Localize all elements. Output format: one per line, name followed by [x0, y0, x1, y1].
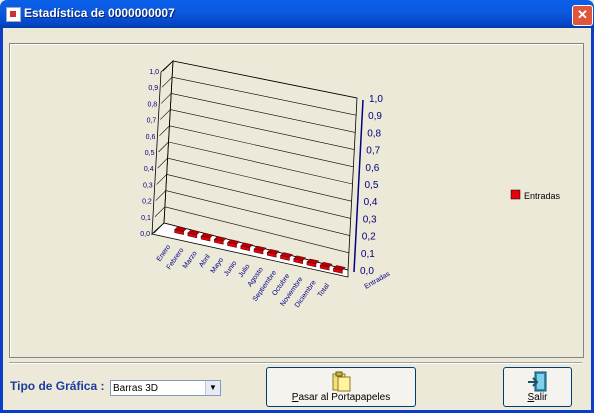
y-tick-label-left: 0,9 [148, 85, 158, 92]
y-tick-label-left: 0,2 [142, 199, 152, 206]
gridline [165, 190, 350, 236]
legend-swatch [510, 189, 521, 200]
exit-door-icon [527, 371, 546, 392]
app-icon [6, 7, 21, 22]
gridline [172, 76, 357, 116]
y-tick-label: 0,3 [363, 214, 377, 225]
close-button[interactable]: ✕ [572, 5, 593, 26]
gridline-side [160, 93, 172, 104]
y-tick-label: 1,0 [369, 94, 383, 105]
title-bar: Estadística de 0000000007 ✕ [0, 0, 594, 28]
copy-button-label: Pasar al Portapapeles [291, 392, 391, 403]
gridline [167, 157, 352, 202]
gridline [169, 125, 354, 168]
gridline [171, 93, 356, 133]
y-tick-label: 0,7 [366, 146, 380, 157]
gridline-side [158, 141, 169, 153]
y-tick-label: 0,1 [361, 249, 375, 260]
clipboard-icon [332, 371, 351, 392]
y-tick-label: 0,0 [360, 266, 374, 277]
y-tick-label-left: 0,0 [140, 231, 150, 238]
x-tick-label: Mayo [210, 257, 226, 275]
gridline-side [161, 76, 173, 88]
legend-label: Entradas [524, 191, 561, 201]
gridline-side [157, 157, 168, 169]
gridline-side [154, 206, 166, 218]
chart-type-value: Barras 3D [113, 383, 159, 394]
chart-type-select[interactable]: Barras 3D ▼ [110, 380, 221, 396]
gridline-side [155, 190, 167, 201]
bar-chart-3d: 0,0 0,0 0,1 0,1 0,2 0,2 0,3 0,3 0,4 0,4 0,5 0,5 0,6 0… [140, 60, 561, 309]
y-tick-label-left: 1,0 [149, 69, 159, 76]
gridline [168, 141, 353, 185]
x-tick-label: Marzo [182, 250, 199, 270]
y-tick-label: 0,5 [365, 180, 379, 191]
y-tick-label-left: 0,3 [143, 182, 153, 189]
y-tick-label-left: 0,6 [146, 134, 156, 141]
gridline [170, 109, 355, 150]
y-tick-label-left: 0,4 [144, 166, 154, 173]
y-tick-label: 0,9 [368, 111, 382, 122]
y-tick-label: 0,2 [362, 232, 376, 243]
gridline-side [159, 125, 170, 137]
chart-type-label: Tipo de Gráfica : [10, 379, 105, 393]
chevron-down-icon[interactable]: ▼ [205, 381, 220, 395]
y-tick-label-left: 0,5 [145, 150, 155, 157]
exit-button-label: Salir [527, 392, 548, 403]
x-tick-label: Julio [238, 263, 252, 279]
y-tick-label: 0,8 [367, 128, 381, 139]
y-tick-label: 0,6 [365, 163, 379, 174]
x-tick-label: Total [317, 282, 331, 298]
gridline-side [156, 174, 167, 185]
gridline-side [160, 109, 171, 120]
separator [9, 362, 582, 364]
x-tick-label: Junio [223, 260, 238, 278]
exit-button[interactable]: Salir [503, 367, 572, 407]
gridline [166, 174, 351, 219]
y-tick-label-left: 0,8 [147, 101, 157, 108]
chart-panel: 0,0 0,0 0,1 0,1 0,2 0,2 0,3 0,3 0,4 0,4 0,5 0,5 0,6 0… [9, 43, 584, 358]
gridline-side [162, 60, 174, 72]
window-title: Estadística de 0000000007 [24, 6, 175, 20]
gridline [172, 60, 358, 99]
y-tick-label-left: 0,7 [147, 118, 157, 125]
x-tick-label: Abril [198, 253, 212, 269]
y-tick-label-left: 0,1 [141, 215, 151, 222]
y-tick-label: 0,4 [364, 197, 378, 208]
copy-to-clipboard-button[interactable]: Pasar al Portapapeles [266, 367, 416, 407]
